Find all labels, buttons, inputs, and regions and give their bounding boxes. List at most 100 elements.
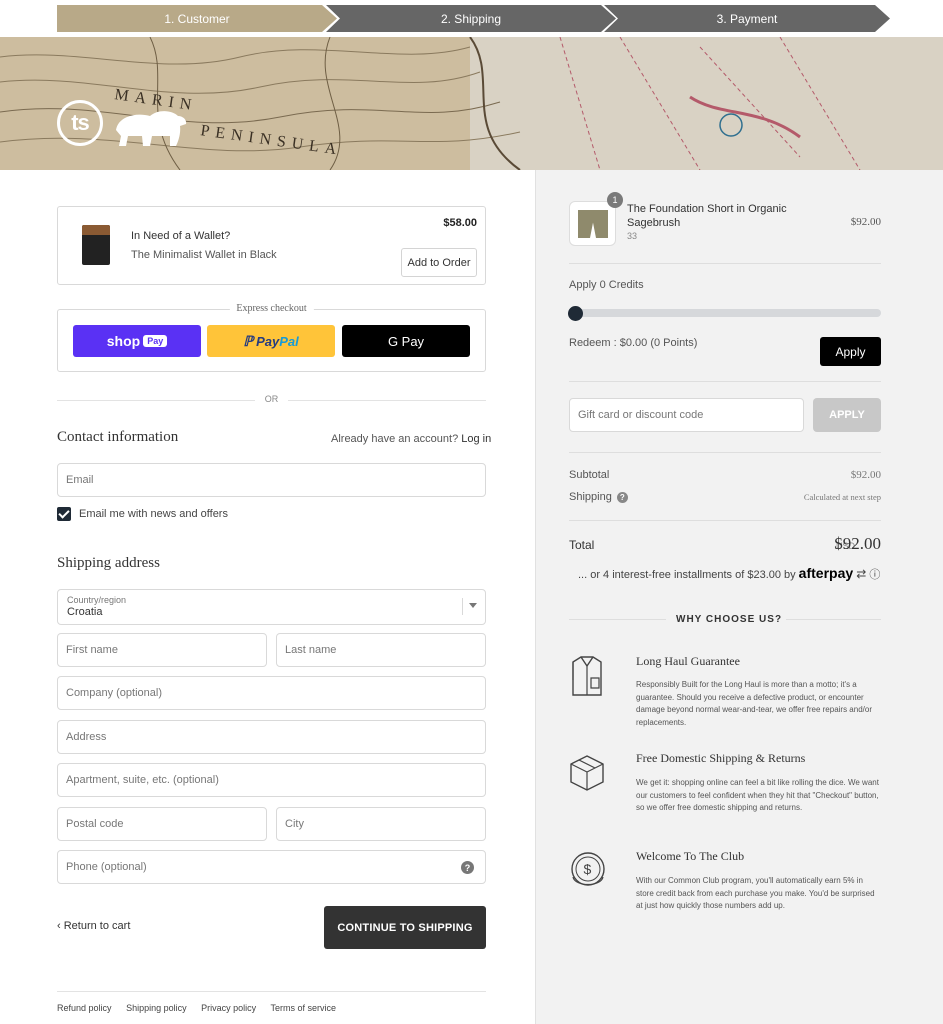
address-field[interactable] bbox=[57, 720, 486, 754]
step-shipping[interactable]: 2. Shipping bbox=[326, 5, 616, 32]
apply-discount-button[interactable]: APPLY bbox=[813, 398, 881, 432]
refund-policy-link[interactable]: Refund policy bbox=[57, 1003, 112, 1013]
shipping-value: Calculated at next step bbox=[803, 492, 881, 502]
header-banner: MARIN PENINSULA ts bbox=[0, 37, 943, 170]
brand-logo[interactable]: ts bbox=[57, 100, 103, 146]
info-icon[interactable]: ⓘ bbox=[869, 569, 880, 581]
google-pay-button[interactable]: G Pay bbox=[342, 325, 470, 357]
discount-code-field[interactable] bbox=[569, 398, 804, 432]
paypal-logo-icon: ℙ bbox=[243, 332, 254, 349]
return-to-cart-link[interactable]: ‹ Return to cart bbox=[57, 920, 130, 932]
paypal-text-b: Pal bbox=[279, 333, 299, 349]
box-icon bbox=[570, 755, 604, 791]
company-field[interactable] bbox=[57, 676, 486, 710]
postal-code-field[interactable] bbox=[57, 807, 267, 841]
afterpay-logo: afterpay bbox=[798, 565, 854, 581]
step-payment[interactable]: 3. Payment bbox=[604, 5, 890, 32]
return-to-cart-text: Return to cart bbox=[63, 920, 131, 932]
wallet-image bbox=[82, 225, 110, 265]
svg-text:$: $ bbox=[584, 861, 592, 877]
checkout-steps: 1. Customer 2. Shipping 3. Payment bbox=[0, 0, 943, 37]
subtotal-label: Subtotal bbox=[569, 469, 610, 481]
map-background: MARIN PENINSULA bbox=[0, 37, 943, 170]
chevron-down-icon bbox=[469, 603, 477, 608]
total-label: Total bbox=[569, 538, 595, 552]
product-name: The Foundation Short in Organic Sagebrus… bbox=[627, 203, 787, 229]
country-select[interactable]: Country/region Croatia bbox=[57, 589, 486, 625]
subtotal-value: $92.00 bbox=[850, 469, 881, 481]
last-name-field[interactable] bbox=[276, 633, 486, 667]
credits-slider-handle[interactable] bbox=[568, 306, 583, 321]
paypal-button[interactable]: ℙ Pay Pal bbox=[207, 325, 335, 357]
continue-to-shipping-button[interactable]: CONTINUE TO SHIPPING bbox=[324, 906, 486, 949]
phone-field[interactable]: ? bbox=[57, 850, 486, 884]
terms-of-service-link[interactable]: Terms of service bbox=[270, 1003, 336, 1013]
city-field[interactable] bbox=[276, 807, 486, 841]
product-variant: 33 bbox=[627, 231, 638, 241]
total-value: $92.00 bbox=[834, 534, 881, 553]
step-shipping-label: 2. Shipping bbox=[440, 11, 502, 26]
shipping-heading: Shipping address bbox=[57, 555, 160, 571]
credits-slider-track[interactable] bbox=[569, 309, 881, 317]
feature-body: With our Common Club program, you'll aut… bbox=[636, 876, 875, 910]
shop-pay-pill: Pay bbox=[143, 335, 168, 347]
email-input[interactable] bbox=[58, 464, 485, 496]
express-checkout-label: Express checkout bbox=[229, 303, 314, 314]
help-icon[interactable]: ? bbox=[461, 861, 474, 874]
feature-title: Long Haul Guarantee bbox=[636, 654, 740, 668]
afterpay-message: ... or 4 interest-free installments of $… bbox=[578, 565, 880, 582]
step-customer[interactable]: 1. Customer bbox=[57, 5, 337, 32]
shipping-label: Shipping bbox=[569, 491, 612, 503]
apartment-field[interactable] bbox=[57, 763, 486, 797]
postal-code-input[interactable] bbox=[58, 808, 266, 840]
login-link[interactable]: Log in bbox=[461, 433, 491, 445]
upsell-price: $58.00 bbox=[443, 217, 477, 229]
phone-input[interactable] bbox=[58, 851, 485, 883]
product-price: $92.00 bbox=[850, 216, 881, 228]
apply-credits-button[interactable]: Apply bbox=[820, 337, 881, 366]
newsletter-label: Email me with news and offers bbox=[79, 508, 228, 520]
country-label: Country/region bbox=[67, 595, 127, 605]
help-icon[interactable]: ? bbox=[616, 491, 628, 503]
upsell-product-name: The Minimalist Wallet in Black bbox=[131, 249, 277, 261]
address-input[interactable] bbox=[58, 721, 485, 753]
city-input[interactable] bbox=[277, 808, 485, 840]
feature-body: Responsibly Built for the Long Haul is m… bbox=[636, 680, 872, 727]
chevron-left-icon: ‹ bbox=[57, 920, 61, 932]
contact-heading: Contact information bbox=[57, 429, 179, 445]
coin-icon: $ bbox=[571, 852, 605, 886]
first-name-field[interactable] bbox=[57, 633, 267, 667]
or-divider: OR bbox=[57, 394, 486, 406]
brand-logo-text: ts bbox=[71, 110, 90, 135]
newsletter-checkbox[interactable] bbox=[57, 507, 71, 521]
email-field[interactable] bbox=[57, 463, 486, 497]
quantity-badge: 1 bbox=[607, 192, 623, 208]
express-checkout: Express checkout shop Pay ℙ Pay Pal G Pay bbox=[57, 303, 486, 372]
afterpay-text: ... or 4 interest-free installments of $… bbox=[578, 569, 796, 581]
afterpay-arrows-icon: ⇄ bbox=[856, 567, 867, 581]
first-name-input[interactable] bbox=[58, 634, 266, 666]
redeem-text: Redeem : $0.00 (0 Points) bbox=[569, 337, 698, 349]
privacy-policy-link[interactable]: Privacy policy bbox=[201, 1003, 256, 1013]
why-choose-heading: WHY CHOOSE US? bbox=[676, 614, 783, 625]
feature-title: Welcome To The Club bbox=[636, 849, 745, 863]
shop-pay-button[interactable]: shop Pay bbox=[73, 325, 201, 357]
company-input[interactable] bbox=[58, 677, 485, 709]
add-to-order-button[interactable]: Add to Order bbox=[401, 248, 477, 277]
order-summary: 1 The Foundation Short in Organic Sagebr… bbox=[535, 170, 943, 1024]
feature-body: We get it: shopping online can feel a bi… bbox=[636, 778, 879, 812]
apartment-input[interactable] bbox=[58, 764, 485, 796]
credits-label: Apply 0 Credits bbox=[569, 279, 644, 291]
upsell-title: In Need of a Wallet? bbox=[131, 230, 231, 242]
account-prompt-text: Already have an account? bbox=[331, 433, 459, 445]
step-customer-label: 1. Customer bbox=[164, 11, 230, 26]
account-prompt: Already have an account? Log in bbox=[331, 433, 491, 445]
footer-links: Refund policy Shipping policy Privacy po… bbox=[57, 1003, 348, 1013]
upsell-card: In Need of a Wallet? The Minimalist Wall… bbox=[57, 206, 486, 285]
last-name-input[interactable] bbox=[277, 634, 485, 666]
step-payment-label: 3. Payment bbox=[716, 11, 778, 26]
discount-code-input[interactable] bbox=[570, 399, 803, 431]
feature-title: Free Domestic Shipping & Returns bbox=[636, 751, 806, 765]
shipping-policy-link[interactable]: Shipping policy bbox=[126, 1003, 187, 1013]
paypal-text-a: Pay bbox=[256, 333, 280, 349]
